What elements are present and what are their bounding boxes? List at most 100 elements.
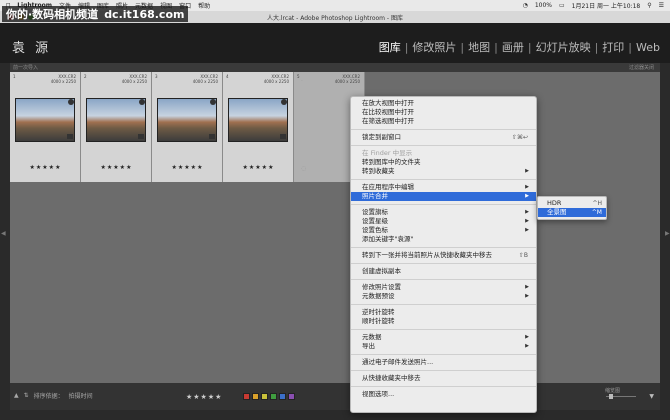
- module-tab[interactable]: 修改照片: [408, 39, 460, 55]
- menu-separator: [351, 304, 536, 305]
- submenu-item[interactable]: HDR ^H: [538, 199, 606, 208]
- metadata-badge-icon[interactable]: [210, 99, 216, 105]
- menu-item[interactable]: 设置星级 ▶: [351, 217, 536, 226]
- watermark-overlay: 你的·数码相机频道 dc.it168.com: [2, 6, 189, 22]
- photo-thumbnail[interactable]: [157, 98, 217, 142]
- cell-metadata: XXX.CR2 4000 x 2250: [193, 74, 218, 84]
- menu-item[interactable]: 照片合并 ▶: [351, 192, 536, 201]
- metadata-badge-icon[interactable]: [281, 99, 287, 105]
- spray-can-icon[interactable]: ▲: [14, 392, 19, 399]
- clock[interactable]: 1月21日 周一 上午10:18: [572, 1, 641, 10]
- color-label-swatch[interactable]: [279, 393, 286, 400]
- menu-item[interactable]: 元数据 ▶: [351, 333, 536, 342]
- identity-plate-bar: 袁 源 图库 | 修改照片 | 地图 | 画册 | 幻灯片放映 | 打印 | Web: [0, 23, 670, 63]
- sort-direction-icon[interactable]: ⇅: [24, 392, 29, 399]
- grid-cell[interactable]: 2 XXX.CR2 4000 x 2250 ★★★★★: [81, 72, 152, 182]
- menu-item[interactable]: 逆时针旋转: [351, 308, 536, 317]
- right-panel-toggle-icon[interactable]: ▶: [665, 230, 670, 240]
- cell-metadata: XXX.CR2 4000 x 2250: [264, 74, 289, 84]
- drag-dot-top: ·: [301, 78, 303, 85]
- photo-merge-submenu: HDR ^H 全景图 ^M: [537, 196, 607, 220]
- submenu-arrow-icon: ▶: [525, 218, 529, 224]
- menu-item-label: 在比较视图中打开: [362, 108, 414, 116]
- menu-item[interactable]: 通过电子邮件发送照片...: [351, 358, 536, 367]
- context-menu: 在放大视图中打开 在比较视图中打开 在筛选视图中打开 锁定到副窗口 ⇧⌘↩ 在 Finde…: [350, 96, 537, 413]
- module-tab[interactable]: 画册: [498, 39, 528, 55]
- menu-item[interactable]: 视图选项...: [351, 390, 536, 399]
- menu-separator: [351, 354, 536, 355]
- cell-rating[interactable]: ★★★★★: [223, 164, 294, 171]
- edited-badge-icon: [138, 134, 144, 139]
- battery-icon: ▭: [558, 2, 565, 9]
- menu-item[interactable]: 在比较视图中打开: [351, 108, 536, 117]
- menu-item[interactable]: 元数据预设 ▶: [351, 292, 536, 301]
- grid-cell[interactable]: 4 XXX.CR2 4000 x 2250 ★★★★★: [223, 72, 294, 182]
- color-labels: [243, 393, 295, 400]
- color-label-swatch[interactable]: [288, 393, 295, 400]
- sort-dropdown[interactable]: 拍摄时间: [69, 391, 93, 400]
- menu-separator: [351, 370, 536, 371]
- cell-rating[interactable]: ★★★★★: [10, 164, 81, 171]
- grid-cell[interactable]: 1 XXX.CR2 4000 x 2250 ★★★★★: [10, 72, 81, 182]
- metadata-badge-icon[interactable]: [139, 99, 145, 105]
- color-label-swatch[interactable]: [261, 393, 268, 400]
- photo-thumbnail[interactable]: [228, 98, 288, 142]
- menu-separator: [351, 204, 536, 205]
- battery-label[interactable]: 100%: [535, 2, 552, 9]
- menu-item[interactable]: 在筛选视图中打开: [351, 117, 536, 126]
- slider-knob[interactable]: [609, 394, 613, 399]
- cell-index: 3: [155, 74, 158, 79]
- list-icon[interactable]: ☰: [659, 2, 664, 9]
- color-label-swatch[interactable]: [270, 393, 277, 400]
- menubar-item[interactable]: 帮助: [198, 1, 210, 10]
- photo-thumbnail[interactable]: [86, 98, 146, 142]
- menu-separator: [351, 247, 536, 248]
- menu-item[interactable]: 转到收藏夹 ▶: [351, 167, 536, 176]
- library-grid: 前一次导入 过滤器关闭 1 XXX.CR2 4000 x 2250 ★★★★★ 2 XXX…: [10, 63, 660, 383]
- module-tab[interactable]: 幻灯片放映: [532, 39, 595, 55]
- submenu-item[interactable]: 全景图 ^M: [538, 208, 606, 217]
- module-tab[interactable]: Web: [632, 41, 664, 54]
- menu-item-label: 添加关键字"袁源": [362, 235, 414, 243]
- menu-item[interactable]: 在应用程序中编辑 ▶: [351, 183, 536, 192]
- menu-item[interactable]: 从快捷收藏夹中移去: [351, 374, 536, 383]
- left-panel-toggle-icon[interactable]: ◀: [1, 230, 6, 240]
- menu-item[interactable]: 修改照片设置 ▶: [351, 283, 536, 292]
- submenu-item-label: 全景图: [547, 208, 567, 216]
- cell-rating[interactable]: ★★★★★: [152, 164, 223, 171]
- menu-item[interactable]: 在放大视图中打开: [351, 99, 536, 108]
- module-tab[interactable]: 打印: [598, 39, 628, 55]
- menu-separator: [351, 279, 536, 280]
- source-label[interactable]: 前一次导入: [13, 64, 38, 71]
- search-icon[interactable]: ⚲: [647, 2, 651, 9]
- menu-item: 在 Finder 中显示: [351, 149, 536, 158]
- filter-label[interactable]: 过滤器关闭: [629, 64, 654, 71]
- color-label-swatch[interactable]: [243, 393, 250, 400]
- submenu-arrow-icon: ▶: [525, 343, 529, 349]
- menu-item[interactable]: 转到图库中的文件夹: [351, 158, 536, 167]
- toolbar-options-icon[interactable]: ▼: [649, 393, 654, 400]
- menu-item-label: 从快捷收藏夹中移去: [362, 374, 421, 382]
- menu-item[interactable]: 锁定到副窗口 ⇧⌘↩: [351, 133, 536, 142]
- color-label-swatch[interactable]: [252, 393, 259, 400]
- menu-item[interactable]: 导出 ▶: [351, 342, 536, 351]
- menu-item[interactable]: 设置色标 ▶: [351, 226, 536, 235]
- module-tab[interactable]: 图库: [375, 39, 405, 55]
- menu-item[interactable]: 创建虚拟副本: [351, 267, 536, 276]
- menu-item[interactable]: 转到下一张并将当前照片从快捷收藏夹中移去 ⇧B: [351, 251, 536, 260]
- cell-rating[interactable]: ★★★★★: [81, 164, 152, 171]
- grid-cell[interactable]: 3 XXX.CR2 4000 x 2250 ★★★★★: [152, 72, 223, 182]
- edited-badge-icon: [209, 134, 215, 139]
- rating-stars[interactable]: ★★★★★: [186, 393, 222, 401]
- drag-dot-bottom: ◌: [301, 165, 307, 172]
- submenu-item-shortcut: ^M: [591, 209, 602, 216]
- module-tab[interactable]: 地图: [464, 39, 494, 55]
- photo-thumbnail[interactable]: [15, 98, 75, 142]
- menu-separator: [351, 145, 536, 146]
- wifi-icon[interactable]: ◔: [523, 2, 528, 9]
- menu-item-label: 元数据预设: [362, 292, 395, 300]
- menu-item[interactable]: 设置旗标 ▶: [351, 208, 536, 217]
- menu-item[interactable]: 添加关键字"袁源": [351, 235, 536, 244]
- menu-item[interactable]: 顺时针旋转: [351, 317, 536, 326]
- metadata-badge-icon[interactable]: [68, 99, 74, 105]
